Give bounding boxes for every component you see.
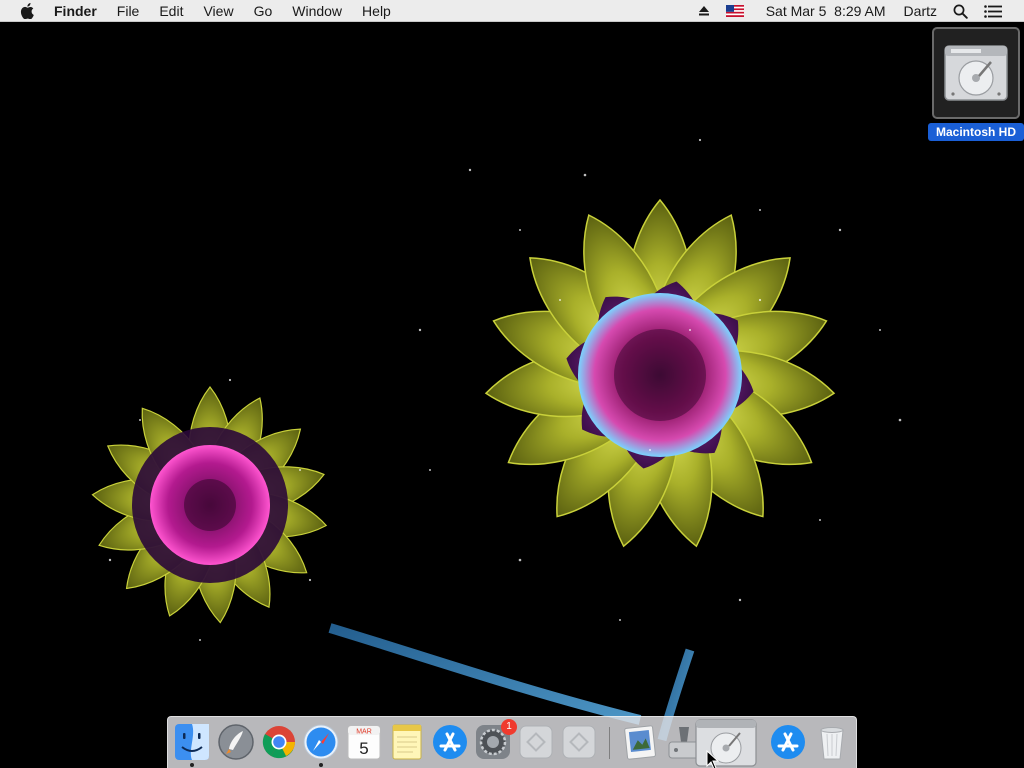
calendar-month: MAR	[356, 729, 372, 736]
launchpad-icon	[218, 724, 254, 760]
hard-drive-icon	[695, 719, 757, 767]
calendar-day: 5	[359, 739, 368, 758]
notes-icon	[392, 724, 422, 760]
menu-bar: Finder File Edit View Go Window Help Sat…	[0, 0, 1024, 22]
app-store-icon	[771, 725, 805, 759]
menu-file[interactable]: File	[107, 0, 150, 22]
dock-item-generic-app-1[interactable]	[516, 722, 556, 762]
notification-badge: 1	[501, 719, 517, 735]
dock-item-safari[interactable]	[301, 722, 341, 762]
calendar-icon: MAR 5	[347, 725, 381, 760]
trash-icon	[820, 727, 844, 760]
spotlight-search-icon[interactable]	[945, 0, 976, 22]
dock-item-preview[interactable]	[620, 722, 660, 762]
dock-separator	[609, 727, 610, 759]
menu-window[interactable]: Window	[282, 0, 352, 22]
wallpaper-flowers	[90, 138, 902, 742]
generic-app-icon	[562, 725, 596, 759]
dock-item-app-store[interactable]	[430, 722, 470, 762]
hard-drive-icon	[932, 27, 1020, 119]
app-store-icon	[433, 725, 467, 759]
chrome-icon	[262, 726, 295, 759]
desktop-icon-label: Macintosh HD	[928, 123, 1024, 141]
safari-icon	[303, 724, 339, 760]
menu-clock[interactable]: Sat Mar 5 8:29 AM	[752, 0, 894, 22]
running-indicator	[190, 763, 194, 767]
desktop-icon-macintosh-hd[interactable]: Macintosh HD	[928, 27, 1024, 143]
mouse-cursor-icon	[706, 750, 720, 768]
finder-icon	[175, 724, 209, 760]
dock-item-chrome[interactable]	[259, 722, 299, 762]
desktop[interactable]: Finder File Edit View Go Window Help Sat…	[0, 0, 1024, 768]
running-indicator	[319, 763, 323, 767]
input-source-flag-icon[interactable]	[718, 0, 752, 22]
menu-edit[interactable]: Edit	[149, 0, 193, 22]
dock-item-app-store-downloads[interactable]	[768, 722, 808, 762]
dock-item-trash[interactable]	[812, 722, 852, 762]
apple-menu-icon[interactable]	[18, 0, 36, 22]
preview-icon	[624, 725, 656, 760]
notification-center-icon[interactable]	[976, 0, 1024, 22]
dock-item-finder[interactable]	[172, 722, 212, 762]
menu-app-name[interactable]: Finder	[54, 0, 107, 22]
dock-item-macintosh-hd[interactable]	[693, 718, 759, 768]
menu-user[interactable]: Dartz	[894, 0, 945, 22]
generic-app-icon	[519, 725, 553, 759]
dock-item-notes[interactable]	[387, 722, 427, 762]
menu-go[interactable]: Go	[244, 0, 283, 22]
eject-icon[interactable]	[690, 0, 718, 22]
dock-item-calendar[interactable]: MAR 5	[344, 722, 384, 762]
menu-help[interactable]: Help	[352, 0, 401, 22]
dock: MAR 5 1	[167, 716, 857, 768]
dock-item-launchpad[interactable]	[216, 722, 256, 762]
dock-item-generic-app-2[interactable]	[559, 722, 599, 762]
menu-view[interactable]: View	[193, 0, 243, 22]
dock-item-system-preferences[interactable]: 1	[473, 719, 517, 762]
